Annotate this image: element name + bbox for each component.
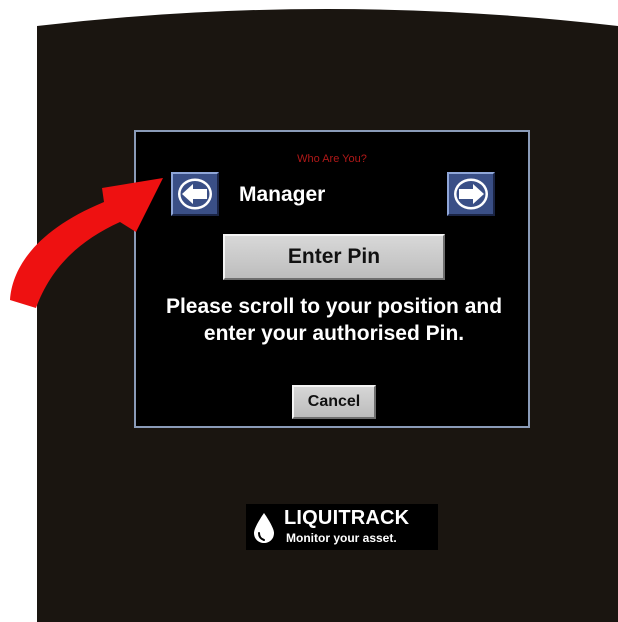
dialog-title: Who Are You? xyxy=(297,153,367,165)
instructions-text: Please scroll to your position and enter… xyxy=(165,295,503,345)
previous-position-button[interactable] xyxy=(171,172,219,216)
water-drop-icon xyxy=(254,513,274,543)
next-position-button[interactable] xyxy=(447,172,495,216)
logo-name: LIQUITRACK xyxy=(284,507,410,529)
arrow-left-icon xyxy=(178,178,212,210)
position-name: Manager xyxy=(239,183,326,206)
liquitrack-logo: LIQUITRACK Monitor your asset. xyxy=(246,504,438,550)
cancel-button[interactable]: Cancel xyxy=(292,385,376,419)
kiosk-screen: Who Are You? Manager Enter Pin Please sc… xyxy=(0,0,618,622)
logo-tagline: Monitor your asset. xyxy=(286,531,397,545)
arrow-right-icon xyxy=(454,178,488,210)
enter-pin-button[interactable]: Enter Pin xyxy=(223,234,445,280)
who-are-you-dialog: Who Are You? Manager Enter Pin Please sc… xyxy=(134,130,530,428)
